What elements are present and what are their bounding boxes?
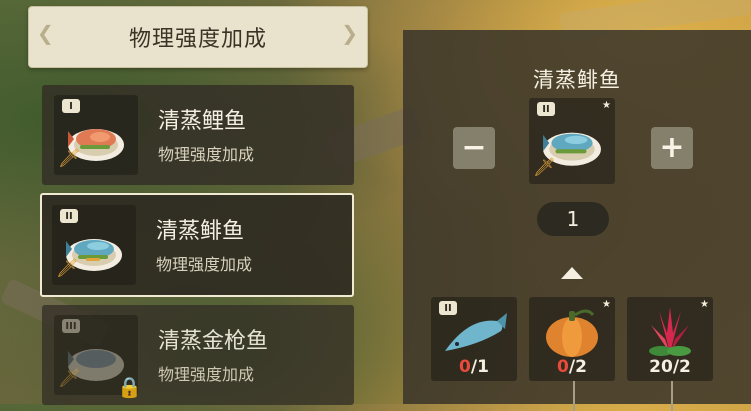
tier-badge: I (62, 99, 80, 113)
recipe-thumbnail: III 🗡 🔒 (54, 315, 142, 399)
sword-icon: 🗡 (58, 148, 81, 169)
star-icon: ★ (602, 299, 611, 310)
recipe-item-1[interactable]: I 🗡 清蒸鲤鱼 物理强度加成 (42, 85, 354, 185)
tier-badge: II (60, 209, 78, 223)
increase-quantity-button[interactable]: + (651, 127, 693, 169)
quantity-display[interactable]: 1 (537, 202, 609, 236)
sword-icon: 🗡 (58, 368, 81, 389)
red-herb-icon (649, 307, 691, 356)
tier-badge: III (62, 319, 80, 333)
lock-icon: 🔒 (117, 375, 142, 399)
category-title: 物理强度加成 (128, 27, 267, 52)
tier-badge: II (537, 102, 555, 116)
star-icon: ★ (602, 100, 611, 111)
recipe-name: 清蒸鲤鱼 (158, 109, 247, 134)
ingredient-count: 0/2 (557, 357, 587, 377)
recipe-effect: 物理强度加成 (158, 145, 255, 164)
pumpkin-icon (546, 309, 598, 357)
ingredient-slot-red-herb[interactable]: ★ 20/2 (627, 297, 713, 381)
recipe-name: 清蒸金枪鱼 (158, 329, 269, 354)
arrow-up-icon (561, 267, 583, 279)
right-ornament-icon: ❯ (341, 21, 359, 45)
connector-line (671, 381, 673, 411)
ingredient-count: 0/1 (459, 357, 489, 377)
recipe-thumbnail: I 🗡 (54, 95, 138, 175)
recipe-item-3[interactable]: III 🗡 🔒 清蒸金枪鱼 物理强度加成 (42, 305, 354, 405)
recipe-effect: 物理强度加成 (156, 255, 253, 274)
recipe-item-2[interactable]: II 🗡 清蒸鲱鱼 物理强度加成 (40, 193, 354, 297)
ingredient-slot-pumpkin[interactable]: ★ 0/2 (529, 297, 615, 381)
recipe-detail-panel: 清蒸鲱鱼 − II ★ 🗡 + 1 II 0/1 ★ 0/2 ★ 20/2 (403, 30, 751, 411)
detail-title: 清蒸鲱鱼 (533, 68, 621, 92)
fish-icon (445, 313, 507, 351)
recipe-name: 清蒸鲱鱼 (156, 219, 245, 244)
detail-dish-thumbnail: II ★ 🗡 (529, 98, 615, 184)
ingredient-slot-fish[interactable]: II 0/1 (431, 297, 517, 381)
star-icon: ★ (700, 299, 709, 310)
recipe-thumbnail: II 🗡 (52, 205, 136, 285)
sword-icon: 🗡 (56, 258, 79, 279)
recipe-effect: 物理强度加成 (158, 365, 255, 384)
category-header: ❮ 物理强度加成 ❯ (28, 6, 368, 68)
left-ornament-icon: ❮ (37, 21, 55, 45)
connector-line (573, 381, 575, 411)
decrease-quantity-button[interactable]: − (453, 127, 495, 169)
sword-icon: 🗡 (533, 157, 556, 178)
ingredient-count: 20/2 (649, 357, 691, 377)
